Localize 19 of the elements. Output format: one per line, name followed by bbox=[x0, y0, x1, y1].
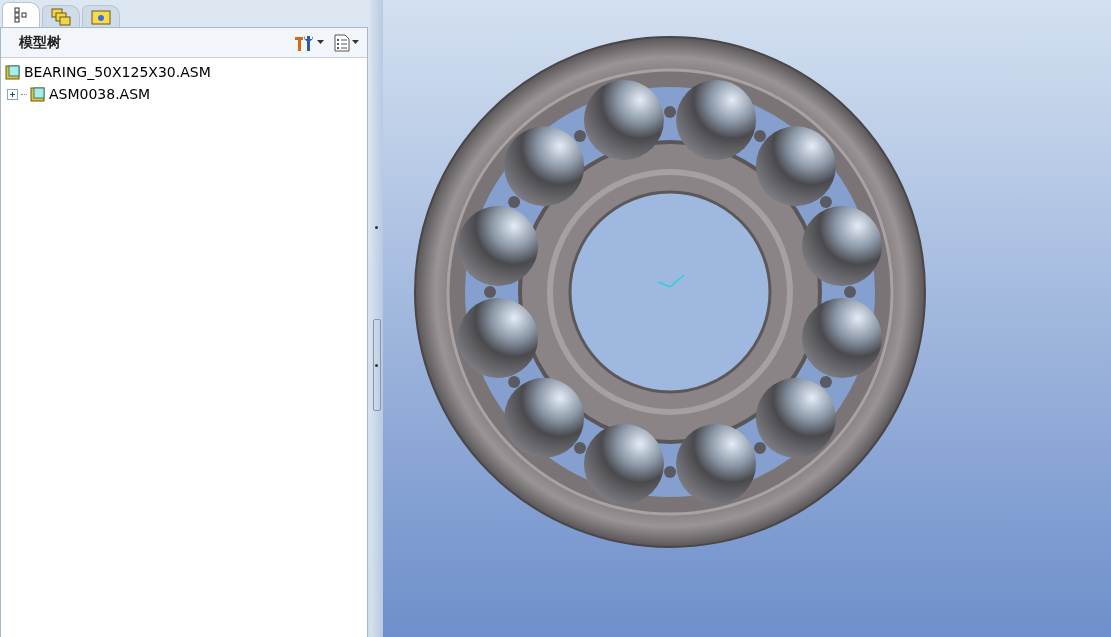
tree-icon bbox=[14, 7, 28, 23]
list-document-icon bbox=[334, 33, 350, 52]
show-menu-button[interactable] bbox=[332, 31, 361, 54]
panel-tab[interactable] bbox=[2, 2, 40, 27]
tree-item[interactable]: ASM0038.ASM bbox=[49, 86, 151, 102]
plus-icon bbox=[9, 90, 16, 98]
expand-toggle[interactable] bbox=[7, 88, 18, 100]
caret-icon bbox=[317, 40, 324, 45]
tree-item[interactable]: BEARING_50X125X30.ASM bbox=[24, 64, 211, 80]
graphics-viewport[interactable] bbox=[383, 0, 1111, 637]
hammer-wrench-icon bbox=[293, 33, 315, 52]
panel-tab[interactable] bbox=[42, 5, 80, 27]
folders-icon bbox=[51, 7, 71, 26]
folder-icon bbox=[91, 8, 111, 25]
assembly-icon bbox=[5, 64, 21, 80]
assembly-icon bbox=[30, 86, 46, 102]
caret-icon bbox=[352, 40, 359, 45]
panel-tab[interactable] bbox=[82, 5, 120, 27]
panel-title: 模型树 bbox=[19, 33, 62, 52]
